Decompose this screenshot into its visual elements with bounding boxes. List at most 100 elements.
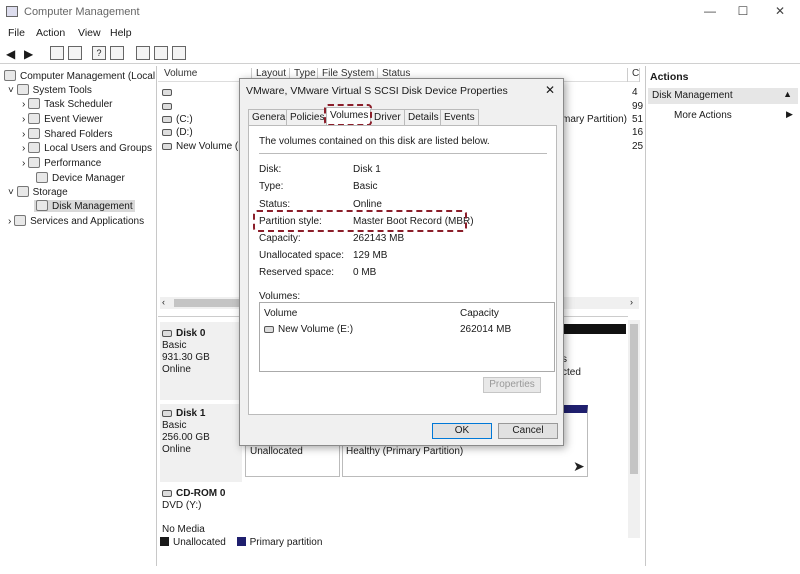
capacity-cell: 16 <box>632 127 644 138</box>
toolbar: ◀ ▶ ? <box>0 44 800 64</box>
volume-row[interactable] <box>162 101 176 112</box>
status-value: Online <box>353 199 382 210</box>
volumes-list[interactable]: Volume Capacity New Volume (E:) 262014 M… <box>259 302 555 372</box>
tab-driver[interactable]: Driver <box>370 109 405 125</box>
menu-bar: File Action View Help <box>0 26 800 42</box>
more-actions[interactable]: More Actions <box>674 110 732 121</box>
tab-events[interactable]: Events <box>440 109 479 125</box>
tree-item-root[interactable]: Computer Management (Local <box>4 70 155 82</box>
col-capacity[interactable]: C <box>628 68 640 82</box>
unallocated-label: Unallocated <box>250 446 303 457</box>
tab-policies[interactable]: Policies <box>286 109 329 125</box>
tree-item-event-viewer[interactable]: › Event Viewer <box>22 113 103 125</box>
type-value: Basic <box>353 181 378 192</box>
capacity-cell: 99 <box>632 101 644 112</box>
tree-item-device-manager[interactable]: Device Manager <box>36 172 125 184</box>
collapse-up-icon[interactable]: ▲ <box>783 89 792 99</box>
scrollbar-thumb[interactable] <box>630 324 638 474</box>
volume-list-row[interactable]: New Volume (E:) <box>264 324 353 335</box>
tree-item-performance[interactable]: › Performance <box>22 157 101 169</box>
event-log-icon <box>28 113 41 124</box>
maximize-button[interactable]: ☐ <box>733 4 753 20</box>
tools-icon <box>16 84 29 95</box>
folder-icon <box>28 128 41 139</box>
volume-capacity: 262014 MB <box>460 324 512 335</box>
tab-details[interactable]: Details <box>404 109 443 125</box>
tree-item-shared-folders[interactable]: › Shared Folders <box>22 128 112 140</box>
drive-icon <box>162 129 172 136</box>
partition-status: Healthy (Primary Partition) <box>346 446 464 457</box>
actions-header: Actions <box>650 71 689 83</box>
tree-item-storage[interactable]: ˅ Storage <box>8 186 68 198</box>
disk-icon <box>162 410 172 417</box>
chevron-down-icon[interactable]: ˅ <box>8 187 17 198</box>
close-button[interactable]: ✕ <box>770 4 790 20</box>
reserved-space-value: 0 MB <box>353 267 377 278</box>
disk-settings-icon[interactable] <box>172 46 186 60</box>
unallocated-space-label: Unallocated space: <box>259 250 345 261</box>
legend: Unallocated Primary partition <box>160 537 630 553</box>
tree-item-services[interactable]: › Services and Applications <box>8 215 144 227</box>
back-arrow-icon[interactable]: ◀ <box>6 47 15 61</box>
dialog-close-button[interactable]: ✕ <box>545 83 555 97</box>
help-icon[interactable]: ? <box>92 46 106 60</box>
disk-icon <box>162 330 172 337</box>
status-label: Status: <box>259 199 291 210</box>
actions-section[interactable]: Disk Management ▲ <box>648 88 798 104</box>
up-folder-icon[interactable] <box>50 46 64 60</box>
tree-item-local-users[interactable]: › Local Users and Groups <box>22 142 152 154</box>
properties-icon[interactable] <box>110 46 124 60</box>
vol-col-volume: Volume <box>264 308 298 319</box>
dialog-title: VMware, VMware Virtual S SCSI Disk Devic… <box>246 85 508 97</box>
volumes-label: Volumes: <box>259 291 301 302</box>
drive-icon <box>264 326 274 333</box>
minimize-button[interactable]: — <box>700 4 720 20</box>
menu-view[interactable]: View <box>78 27 101 39</box>
properties-button[interactable]: Properties <box>483 377 541 393</box>
users-icon <box>28 142 41 153</box>
type-label: Type: <box>259 181 284 192</box>
partition-style-highlight <box>253 210 467 232</box>
divider <box>259 153 547 154</box>
vertical-scrollbar[interactable] <box>628 320 640 538</box>
capacity-label: Capacity: <box>259 233 301 244</box>
rescan-icon[interactable] <box>136 46 150 60</box>
disk-management-icon <box>36 200 48 211</box>
disk-0-partition-bar <box>564 324 626 334</box>
volume-row[interactable]: (D:) <box>162 127 193 138</box>
tree-item-disk-management[interactable]: Disk Management <box>34 200 135 212</box>
vol-col-capacity: Capacity <box>460 308 499 319</box>
volume-row[interactable]: New Volume (E <box>162 141 245 152</box>
ok-button[interactable]: OK <box>432 423 492 439</box>
menu-help[interactable]: Help <box>110 27 132 39</box>
tree-item-system-tools[interactable]: ˅ System Tools <box>8 84 92 96</box>
forward-arrow-icon[interactable]: ▶ <box>24 47 33 61</box>
actions-pane: Actions Disk Management ▲ More Actions ▶ <box>645 66 800 566</box>
show-hide-tree-icon[interactable] <box>68 46 82 60</box>
refresh-icon[interactable] <box>154 46 168 60</box>
mouse-cursor-icon: ➤ <box>573 458 585 474</box>
scroll-left-icon[interactable]: ‹ <box>162 297 165 307</box>
drive-icon <box>162 103 172 110</box>
tree-item-task-scheduler[interactable]: › Task Scheduler <box>22 98 112 110</box>
unallocated-space-value: 129 MB <box>353 250 388 261</box>
tab-highlight <box>324 104 372 126</box>
disk-1-info: Disk 1 Basic 256.00 GB Online <box>162 408 210 455</box>
menu-file[interactable]: File <box>8 27 25 39</box>
disk-value: Disk 1 <box>353 164 381 175</box>
scroll-right-icon[interactable]: › <box>630 297 633 307</box>
cancel-button[interactable]: Cancel <box>498 423 558 439</box>
volume-row[interactable] <box>162 87 176 98</box>
intro-text: The volumes contained on this disk are l… <box>259 136 490 147</box>
performance-icon <box>28 157 41 168</box>
legend-swatch-unallocated <box>160 537 169 546</box>
drive-icon <box>162 89 172 96</box>
menu-action[interactable]: Action <box>36 27 65 39</box>
app-icon <box>6 6 18 17</box>
chevron-down-icon[interactable]: ˅ <box>8 85 17 96</box>
volume-row[interactable]: (C:) <box>162 114 193 125</box>
clock-icon <box>28 98 41 109</box>
legend-swatch-primary <box>236 537 246 546</box>
reserved-space-label: Reserved space: <box>259 267 335 278</box>
capacity-cell: 25 <box>632 141 644 152</box>
